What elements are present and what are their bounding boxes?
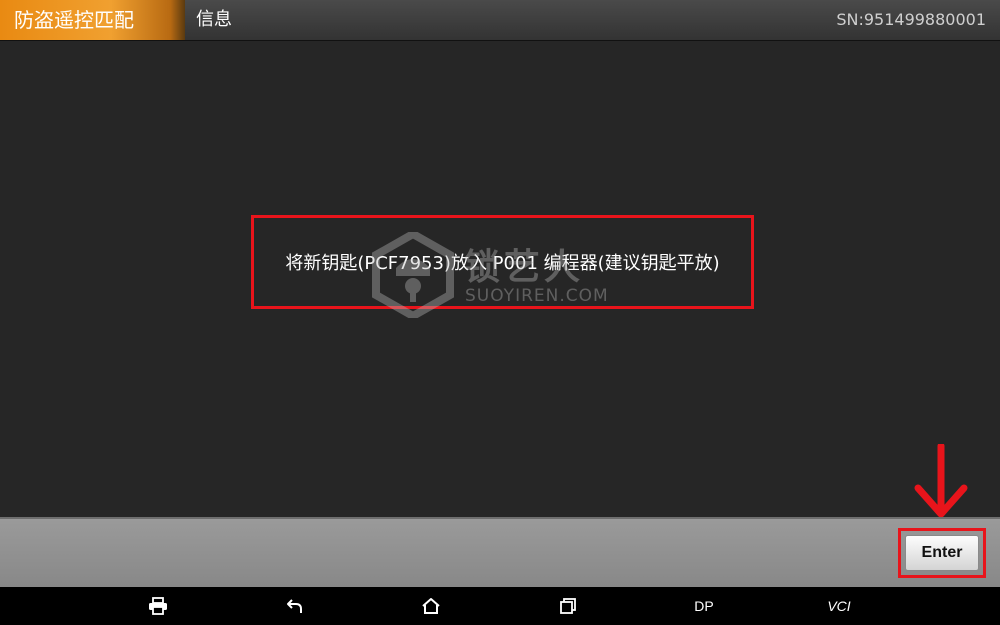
screen: 防盗遥控匹配 信息 SN:951499880001 将新钥匙(PCF7953)放… xyxy=(0,0,1000,625)
nav-vci-button[interactable]: VCI xyxy=(819,587,859,625)
serial-number: SN:951499880001 xyxy=(836,10,986,29)
header-bar: 防盗遥控匹配 信息 SN:951499880001 xyxy=(0,0,1000,41)
nav-vci-label: VCI xyxy=(827,598,851,614)
nav-dp-label: DP xyxy=(694,598,714,614)
nav-back-button[interactable] xyxy=(275,587,315,625)
nav-recent-apps-button[interactable] xyxy=(548,587,588,625)
nav-dp-button[interactable]: DP xyxy=(684,587,724,625)
shield-logo-icon xyxy=(372,232,454,318)
watermark-brand-en: SUOYIREN.COM xyxy=(465,286,609,306)
watermark: 锁艺人 SUOYIREN.COM xyxy=(372,232,632,322)
app-tab-label: 防盗遥控匹配 xyxy=(14,8,134,32)
action-bar: Enter xyxy=(0,517,1000,587)
nav-home-button[interactable] xyxy=(411,587,451,625)
back-icon xyxy=(287,599,302,613)
print-icon xyxy=(149,597,167,615)
red-arrow-down-icon xyxy=(914,444,968,518)
enter-highlight-box: Enter xyxy=(898,528,986,578)
system-nav-bar: DP VCI xyxy=(0,587,1000,625)
watermark-brand-cn: 锁艺人 xyxy=(464,247,585,288)
nav-print-button[interactable] xyxy=(138,587,178,625)
enter-button[interactable]: Enter xyxy=(905,535,979,571)
recent-apps-icon xyxy=(560,598,576,614)
app-tab-immobilizer[interactable]: 防盗遥控匹配 xyxy=(0,0,185,40)
page-title: 信息 xyxy=(196,9,232,30)
home-icon xyxy=(422,598,440,614)
